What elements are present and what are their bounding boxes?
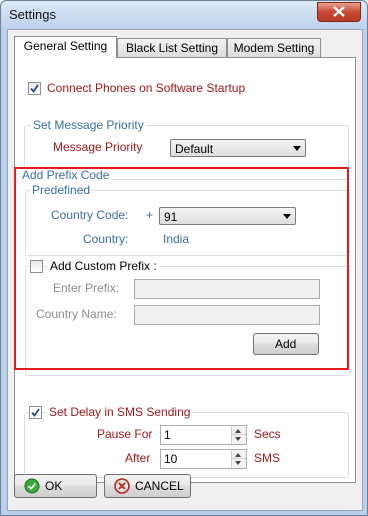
arrow-down-icon[interactable]	[235, 437, 241, 441]
tab-modem-setting[interactable]: Modem Setting	[227, 38, 321, 57]
chevron-down-icon	[293, 146, 301, 151]
sms-delay-group: Set Delay in SMS Sending Pause For 1 Sec…	[24, 405, 349, 478]
message-priority-label: Message Priority	[53, 140, 143, 154]
after-unit: SMS	[254, 451, 281, 465]
connect-phones-checkbox[interactable]	[28, 82, 41, 95]
checkmark-icon	[31, 408, 40, 417]
after-value: 10	[164, 452, 178, 466]
arrow-up-icon[interactable]	[235, 429, 241, 433]
ok-button[interactable]: OK	[14, 474, 97, 498]
close-icon	[333, 6, 345, 17]
window-title: Settings	[9, 7, 56, 22]
pause-for-value: 1	[164, 428, 171, 442]
tab-general-setting[interactable]: General Setting	[14, 36, 117, 58]
checkmark-icon	[30, 84, 39, 93]
close-button[interactable]	[317, 2, 361, 22]
arrow-up-icon[interactable]	[235, 453, 241, 457]
prefix-highlight-box	[14, 167, 349, 370]
cancel-button-label: CANCEL	[135, 479, 184, 493]
sms-delay-label[interactable]: Set Delay in SMS Sending	[47, 405, 193, 419]
after-stepper[interactable]: 10	[160, 449, 247, 469]
message-priority-legend: Set Message Priority	[31, 118, 146, 132]
arrow-down-icon[interactable]	[235, 461, 241, 465]
tab-black-list-setting[interactable]: Black List Setting	[117, 38, 227, 57]
ok-check-icon	[24, 478, 40, 494]
after-label: After	[125, 451, 151, 465]
pause-for-stepper[interactable]: 1	[160, 425, 247, 445]
pause-for-spin-buttons[interactable]	[231, 426, 246, 444]
ok-button-label: OK	[45, 479, 63, 493]
sms-delay-checkbox[interactable]	[29, 406, 42, 419]
after-spin-buttons[interactable]	[231, 450, 246, 468]
cancel-button[interactable]: CANCEL	[104, 474, 191, 498]
title-bar[interactable]: Settings	[1, 1, 367, 29]
connect-phones-label[interactable]: Connect Phones on Software Startup	[47, 81, 245, 95]
message-priority-select[interactable]: Default	[170, 139, 306, 157]
pause-for-label: Pause For	[97, 427, 153, 441]
message-priority-value: Default	[175, 142, 214, 156]
pause-for-unit: Secs	[254, 427, 281, 441]
cancel-icon	[114, 478, 130, 494]
